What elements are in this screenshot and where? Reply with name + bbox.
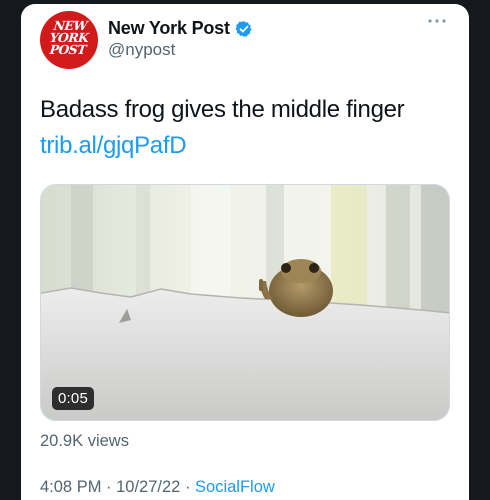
account-name[interactable]: New York Post: [108, 18, 230, 39]
account-name-row: New York Post: [108, 18, 253, 39]
tweet-date[interactable]: 10/27/22: [116, 478, 180, 496]
nypost-logo: NEW YORK POST: [40, 18, 98, 57]
video-player[interactable]: 0:05: [40, 184, 450, 421]
logo-line-3: POST: [48, 42, 87, 57]
tweet-time[interactable]: 4:08 PM: [40, 478, 101, 496]
tweet-text: Badass frog gives the middle finger: [40, 96, 405, 123]
tweet-card[interactable]: NEW YORK POST New York Post @nypost Bada…: [21, 4, 469, 500]
meta-separator: ·: [180, 478, 196, 496]
meta-separator: ·: [101, 478, 117, 496]
avatar[interactable]: NEW YORK POST: [40, 11, 98, 69]
tweet-metadata: 4:08 PM · 10/27/22 · SocialFlow: [40, 478, 275, 497]
verified-badge-icon: [235, 20, 252, 37]
account-handle[interactable]: @nypost: [108, 40, 175, 60]
video-frame: [41, 185, 449, 420]
tweet-link[interactable]: trib.al/gjqPafD: [40, 132, 187, 160]
video-duration-badge: 0:05: [52, 387, 94, 410]
more-horizontal-icon[interactable]: [427, 16, 447, 26]
view-count: 20.9K views: [40, 432, 129, 450]
tweet-source[interactable]: SocialFlow: [195, 478, 275, 496]
